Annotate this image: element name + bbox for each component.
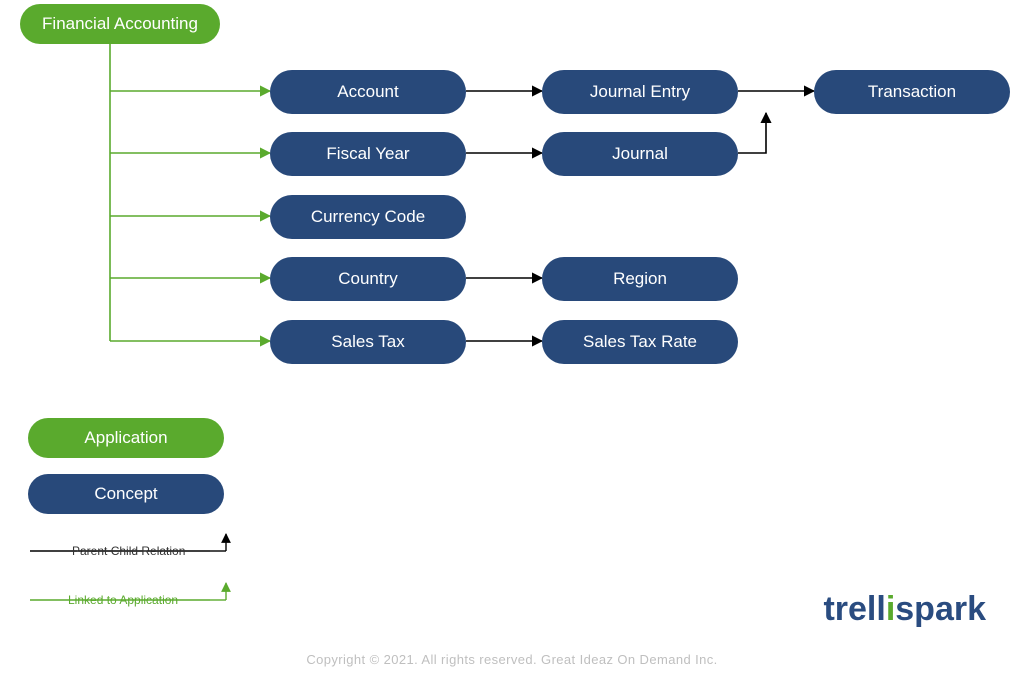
node-region: Region — [542, 257, 738, 301]
legend-concept: Concept — [28, 474, 224, 514]
legend-application: Application — [28, 418, 224, 458]
legend-parent-child-label: Parent Child Relation — [72, 544, 185, 558]
node-currency-code: Currency Code — [270, 195, 466, 239]
node-sales-tax-rate: Sales Tax Rate — [542, 320, 738, 364]
brand-logo: trellispark — [823, 590, 986, 629]
node-fiscal-year: Fiscal Year — [270, 132, 466, 176]
node-journal: Journal — [542, 132, 738, 176]
copyright-text: Copyright © 2021. All rights reserved. G… — [0, 652, 1024, 667]
node-account: Account — [270, 70, 466, 114]
node-transaction: Transaction — [814, 70, 1010, 114]
logo-part3: spark — [895, 590, 986, 628]
node-country: Country — [270, 257, 466, 301]
legend-linked-to-application-label: Linked to Application — [68, 593, 178, 607]
node-financial-accounting: Financial Accounting — [20, 4, 220, 44]
logo-part2: i — [886, 590, 895, 628]
node-sales-tax: Sales Tax — [270, 320, 466, 364]
node-journal-entry: Journal Entry — [542, 70, 738, 114]
logo-part1: trell — [823, 590, 885, 628]
